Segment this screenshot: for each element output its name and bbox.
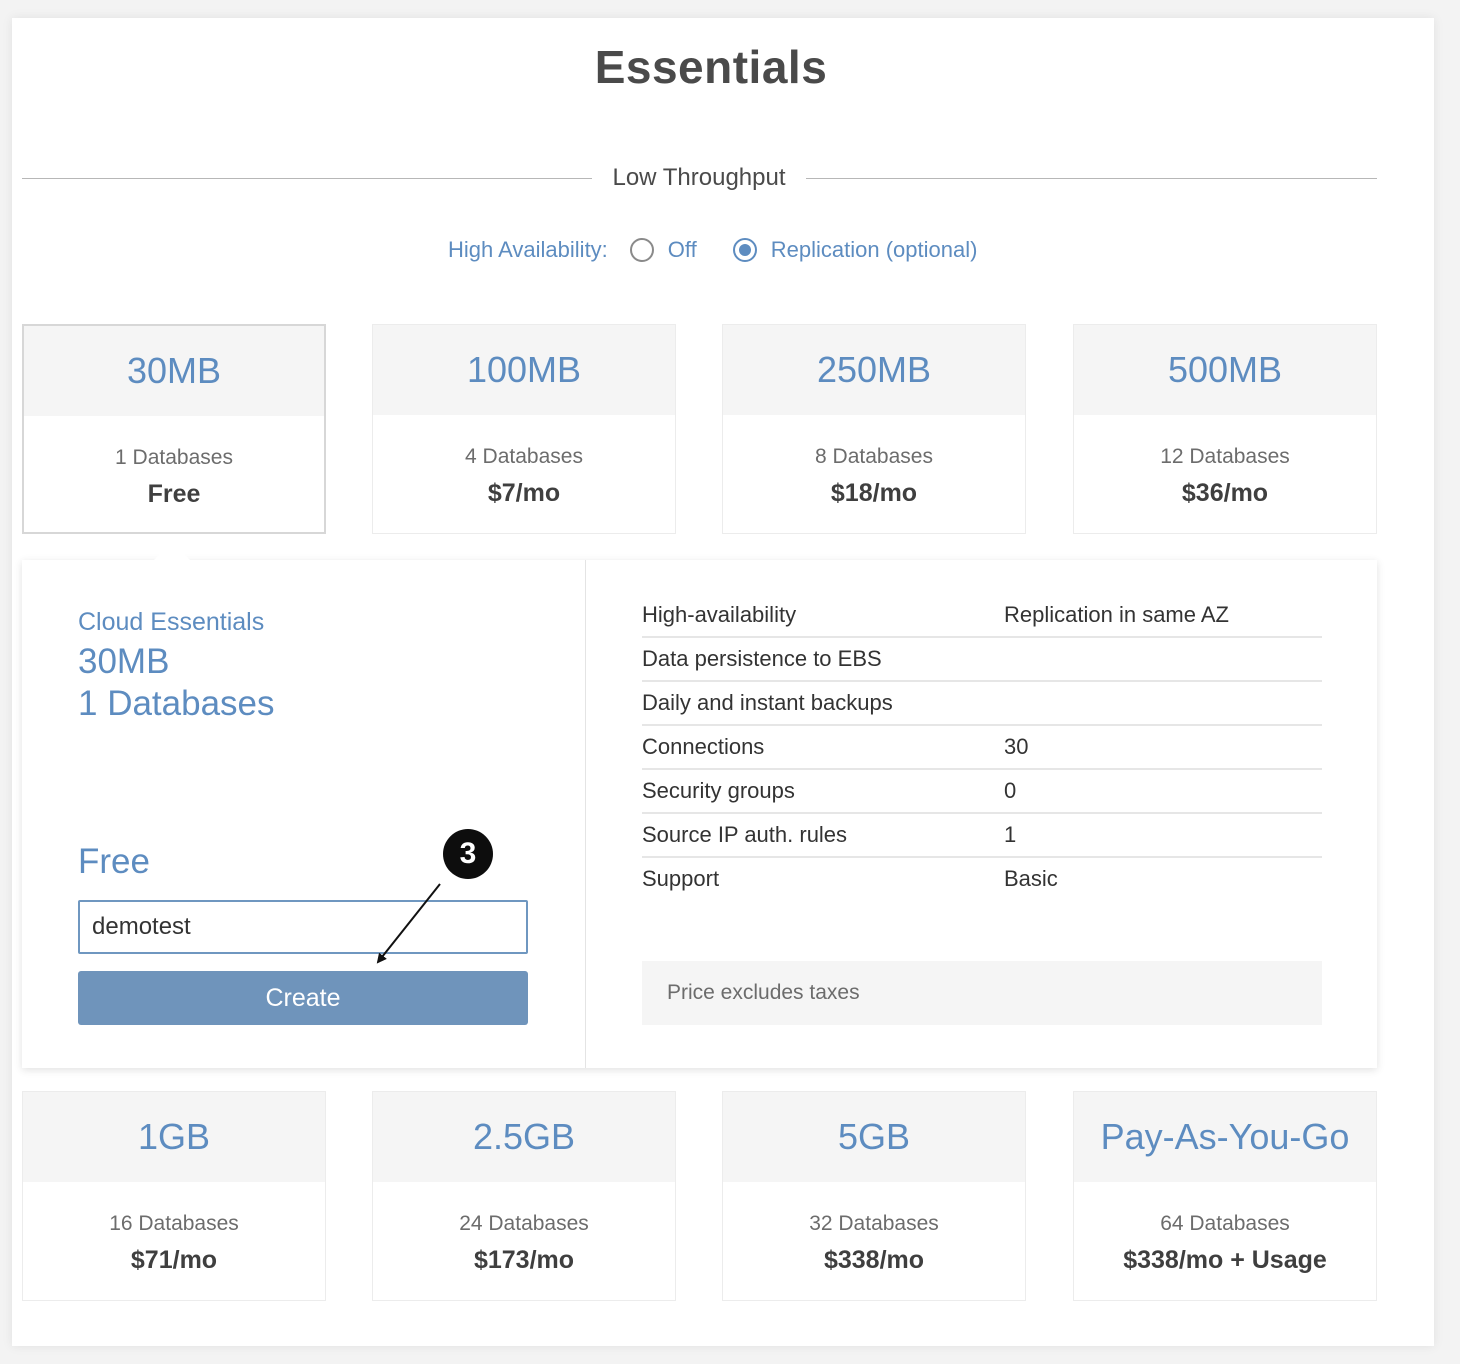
radio-off-label[interactable]: Off (668, 237, 697, 263)
feature-row: High-availability Replication in same AZ (642, 594, 1322, 638)
plan-databases: 64 Databases (1160, 1212, 1290, 1235)
feature-name: Security groups (642, 769, 1004, 814)
radio-off-icon[interactable] (629, 238, 654, 262)
plan-detail-panel: Cloud Essentials 30MB 1 Databases Free C… (22, 560, 1377, 1068)
plan-size: 500MB (1074, 325, 1376, 415)
plan-databases: 16 Databases (109, 1212, 239, 1235)
feature-name: Source IP auth. rules (642, 813, 1004, 858)
plan-card-1gb[interactable]: 1GB 16 Databases $71/mo (22, 1091, 326, 1301)
plan-card-pay-as-you-go[interactable]: Pay-As-You-Go 64 Databases $338/mo + Usa… (1073, 1091, 1377, 1301)
divider-line-left (22, 178, 592, 179)
plan-size: 1GB (23, 1092, 325, 1182)
feature-value: Replication in same AZ (1004, 594, 1322, 638)
high-availability-row: High Availability: Off Replication (opti… (448, 234, 977, 266)
database-name-input[interactable] (78, 900, 528, 954)
plan-size: 2.5GB (373, 1092, 675, 1182)
detail-plan-price: Free (78, 842, 150, 881)
plan-price: $71/mo (130, 1246, 218, 1274)
plan-price: Free (147, 480, 201, 508)
radio-replication-icon[interactable] (732, 238, 757, 262)
plan-card-100mb[interactable]: 100MB 4 Databases $7/mo (372, 324, 676, 534)
feature-row: Data persistence to EBS (642, 637, 1322, 682)
feature-row: Daily and instant backups (642, 681, 1322, 726)
feature-row: Connections 30 (642, 725, 1322, 770)
plan-size: 100MB (373, 325, 675, 415)
feature-value: 1 (1004, 813, 1322, 858)
plan-card-500mb[interactable]: 500MB 12 Databases $36/mo (1073, 324, 1377, 534)
detail-plan-name: Cloud Essentials (78, 608, 265, 636)
plan-size: Pay-As-You-Go (1074, 1092, 1376, 1182)
plan-card-2-5gb[interactable]: 2.5GB 24 Databases $173/mo (372, 1091, 676, 1301)
detail-divider (585, 560, 586, 1068)
plan-price: $18/mo (830, 479, 918, 507)
detail-caret (152, 542, 192, 562)
price-note: Price excludes taxes (642, 961, 1322, 1025)
feature-name: Daily and instant backups (642, 681, 1004, 726)
plan-databases: 24 Databases (459, 1212, 589, 1235)
divider-line-right (806, 178, 1377, 179)
feature-value (1004, 637, 1322, 682)
plan-databases: 1 Databases (115, 446, 233, 469)
feature-name: High-availability (642, 594, 1004, 638)
feature-name: Data persistence to EBS (642, 637, 1004, 682)
radio-selected-dot (738, 244, 751, 256)
feature-row: Support Basic (642, 857, 1322, 900)
plan-databases: 4 Databases (465, 445, 583, 468)
feature-value (1004, 681, 1322, 726)
plan-databases: 8 Databases (815, 445, 933, 468)
feature-value: Basic (1004, 866, 1058, 891)
plan-card-250mb[interactable]: 250MB 8 Databases $18/mo (722, 324, 1026, 534)
page-title: Essentials (594, 41, 828, 93)
radio-replication-label[interactable]: Replication (optional) (771, 237, 978, 263)
step-marker: 3 (443, 829, 493, 879)
radio-replication[interactable]: Replication (optional) (732, 237, 978, 263)
plan-databases: 32 Databases (809, 1212, 939, 1235)
plan-price: $173/mo (473, 1246, 575, 1274)
plan-card-5gb[interactable]: 5GB 32 Databases $338/mo (722, 1091, 1026, 1301)
detail-plan-databases: 1 Databases (78, 684, 275, 723)
feature-name: Connections (642, 725, 1004, 770)
feature-name: Support (642, 866, 720, 891)
feature-value: 0 (1004, 769, 1322, 814)
plan-card-30mb[interactable]: 30MB 1 Databases Free (22, 324, 326, 534)
create-button[interactable]: Create (78, 971, 528, 1025)
plan-price: $338/mo + Usage (1123, 1246, 1327, 1274)
feature-row: Security groups 0 (642, 769, 1322, 814)
plan-price: $338/mo (823, 1246, 925, 1274)
feature-value: 30 (1004, 725, 1322, 770)
plan-size: 250MB (723, 325, 1025, 415)
plan-price: $7/mo (487, 479, 561, 507)
detail-plan-size: 30MB (78, 642, 170, 681)
feature-row: Source IP auth. rules 1 (642, 813, 1322, 858)
features-table: High-availability Replication in same AZ… (642, 594, 1322, 900)
section-label: Low Throughput (592, 164, 806, 192)
radio-off[interactable]: Off (629, 237, 697, 263)
plan-databases: 12 Databases (1160, 445, 1290, 468)
high-availability-label: High Availability: (448, 237, 608, 262)
plan-price: $36/mo (1181, 479, 1269, 507)
plan-size: 30MB (24, 326, 324, 416)
plan-size: 5GB (723, 1092, 1025, 1182)
